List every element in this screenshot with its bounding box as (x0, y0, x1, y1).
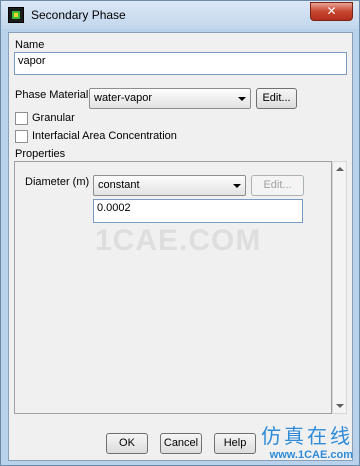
close-icon: ✕ (326, 4, 337, 18)
phase-material-dropdown[interactable]: water-vapor (89, 88, 251, 109)
window-title: Secondary Phase (31, 8, 126, 22)
name-value: vapor (18, 55, 46, 67)
diameter-edit-button[interactable]: Edit... (251, 175, 304, 196)
dialog-body: Name vapor Phase Material water-vapor Ed… (8, 32, 353, 461)
cancel-button[interactable]: Cancel (160, 433, 202, 454)
name-input[interactable]: vapor (14, 52, 347, 75)
granular-checkbox[interactable] (15, 112, 28, 125)
watermark-cn-text: 仿真在线 (261, 424, 353, 448)
interfacial-area-label: Interfacial Area Concentration (32, 130, 177, 142)
title-bar[interactable]: Secondary Phase ✕ (1, 1, 359, 29)
scroll-down-arrow-icon[interactable] (336, 404, 344, 408)
diameter-method-dropdown[interactable]: constant (93, 175, 246, 196)
properties-label: Properties (15, 148, 66, 160)
ok-button[interactable]: OK (106, 433, 148, 454)
watermark-url: www.1CAE.com (269, 449, 353, 461)
watermark-text: 1CAE.COM (95, 224, 262, 257)
dialog-window: Secondary Phase ✕ Name vapor Phase Mater… (0, 0, 360, 466)
watermark-logo: 仿真在线 www.1CAE.com (261, 420, 353, 461)
chevron-down-icon (238, 97, 246, 101)
app-icon (8, 7, 24, 23)
chevron-down-icon (233, 184, 241, 188)
scroll-up-arrow-icon[interactable] (336, 167, 344, 171)
properties-panel: Diameter (m) constant Edit... 0.0002 (14, 161, 332, 414)
help-button[interactable]: Help (214, 433, 256, 454)
phase-material-value: water-vapor (94, 92, 153, 104)
diameter-value-input[interactable]: 0.0002 (93, 199, 303, 223)
diameter-label: Diameter (m) (25, 176, 90, 188)
name-label: Name (15, 39, 45, 51)
phase-material-edit-button[interactable]: Edit... (256, 88, 297, 109)
diameter-value: 0.0002 (97, 202, 131, 214)
close-button[interactable]: ✕ (310, 2, 353, 21)
interfacial-area-checkbox[interactable] (15, 130, 28, 143)
granular-label: Granular (32, 112, 75, 124)
diameter-method-value: constant (98, 179, 140, 191)
phase-material-label: Phase Material (15, 89, 89, 101)
properties-scrollbar[interactable] (332, 161, 347, 414)
